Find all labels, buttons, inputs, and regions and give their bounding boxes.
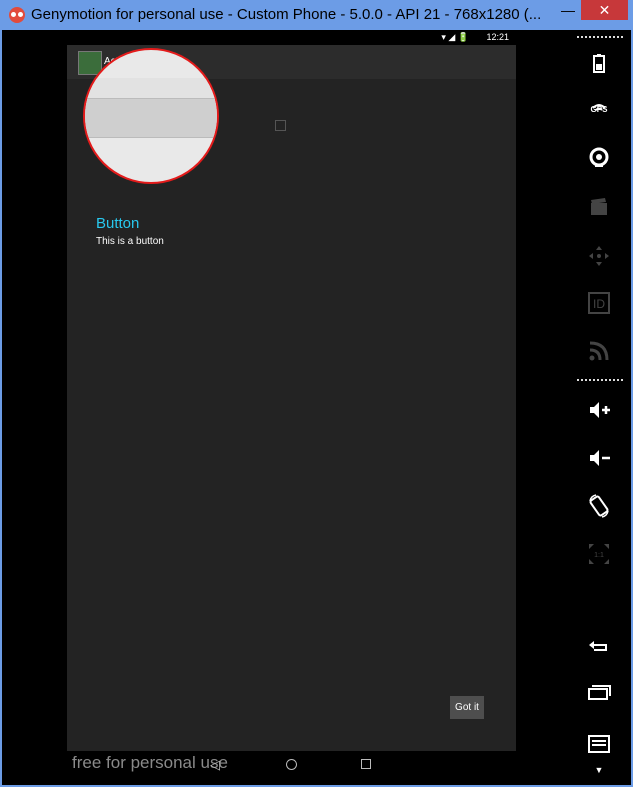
nav-recent-icon[interactable] xyxy=(361,759,371,769)
android-status-bar: ▾ ◢ 🔋 12:21 xyxy=(67,30,516,45)
toolbar-divider xyxy=(577,36,623,38)
menu-icon[interactable] xyxy=(587,731,611,755)
close-button[interactable]: ✕ xyxy=(581,0,628,20)
scroll-down-icon[interactable]: ▼ xyxy=(587,763,611,777)
got-it-button[interactable]: Got it xyxy=(450,696,484,719)
status-icons: ▾ ◢ 🔋 xyxy=(441,32,469,42)
id-icon[interactable]: ID xyxy=(587,291,611,315)
window-title: Genymotion for personal use - Custom Pho… xyxy=(31,6,542,23)
battery-icon[interactable] xyxy=(587,52,611,76)
dpad-icon[interactable] xyxy=(587,244,611,268)
volume-up-icon[interactable] xyxy=(587,398,611,422)
nav-back-icon[interactable]: ◁ xyxy=(210,757,220,773)
showcase-description: This is a button xyxy=(96,236,164,247)
recent-apps-icon[interactable] xyxy=(587,681,611,705)
genymotion-logo-icon xyxy=(9,7,25,23)
scale-label: 1:1 xyxy=(594,552,604,559)
highlight-band-selected xyxy=(85,98,217,138)
showcase-highlight-circle xyxy=(83,48,219,184)
title-bar[interactable]: Genymotion for personal use - Custom Pho… xyxy=(0,0,633,30)
gps-label: GPS xyxy=(590,105,608,114)
toolbar-divider xyxy=(577,379,623,381)
nav-home-icon[interactable] xyxy=(286,759,297,770)
back-icon[interactable] xyxy=(587,633,611,657)
highlight-band xyxy=(85,78,217,100)
rss-icon[interactable] xyxy=(587,339,611,363)
rotate-icon[interactable] xyxy=(587,494,611,518)
volume-down-icon[interactable] xyxy=(587,446,611,470)
video-icon[interactable] xyxy=(587,195,611,219)
minimize-button[interactable]: — xyxy=(555,0,581,20)
gps-icon[interactable]: GPS xyxy=(587,100,611,124)
status-time: 12:21 xyxy=(486,32,509,42)
scale-icon[interactable]: 1:1 xyxy=(587,542,611,566)
showcase-title: Button xyxy=(96,215,140,232)
id-label: ID xyxy=(593,297,605,311)
camera-icon[interactable] xyxy=(587,146,611,170)
watermark-text: free for personal use xyxy=(72,753,228,772)
target-marker xyxy=(275,120,286,131)
